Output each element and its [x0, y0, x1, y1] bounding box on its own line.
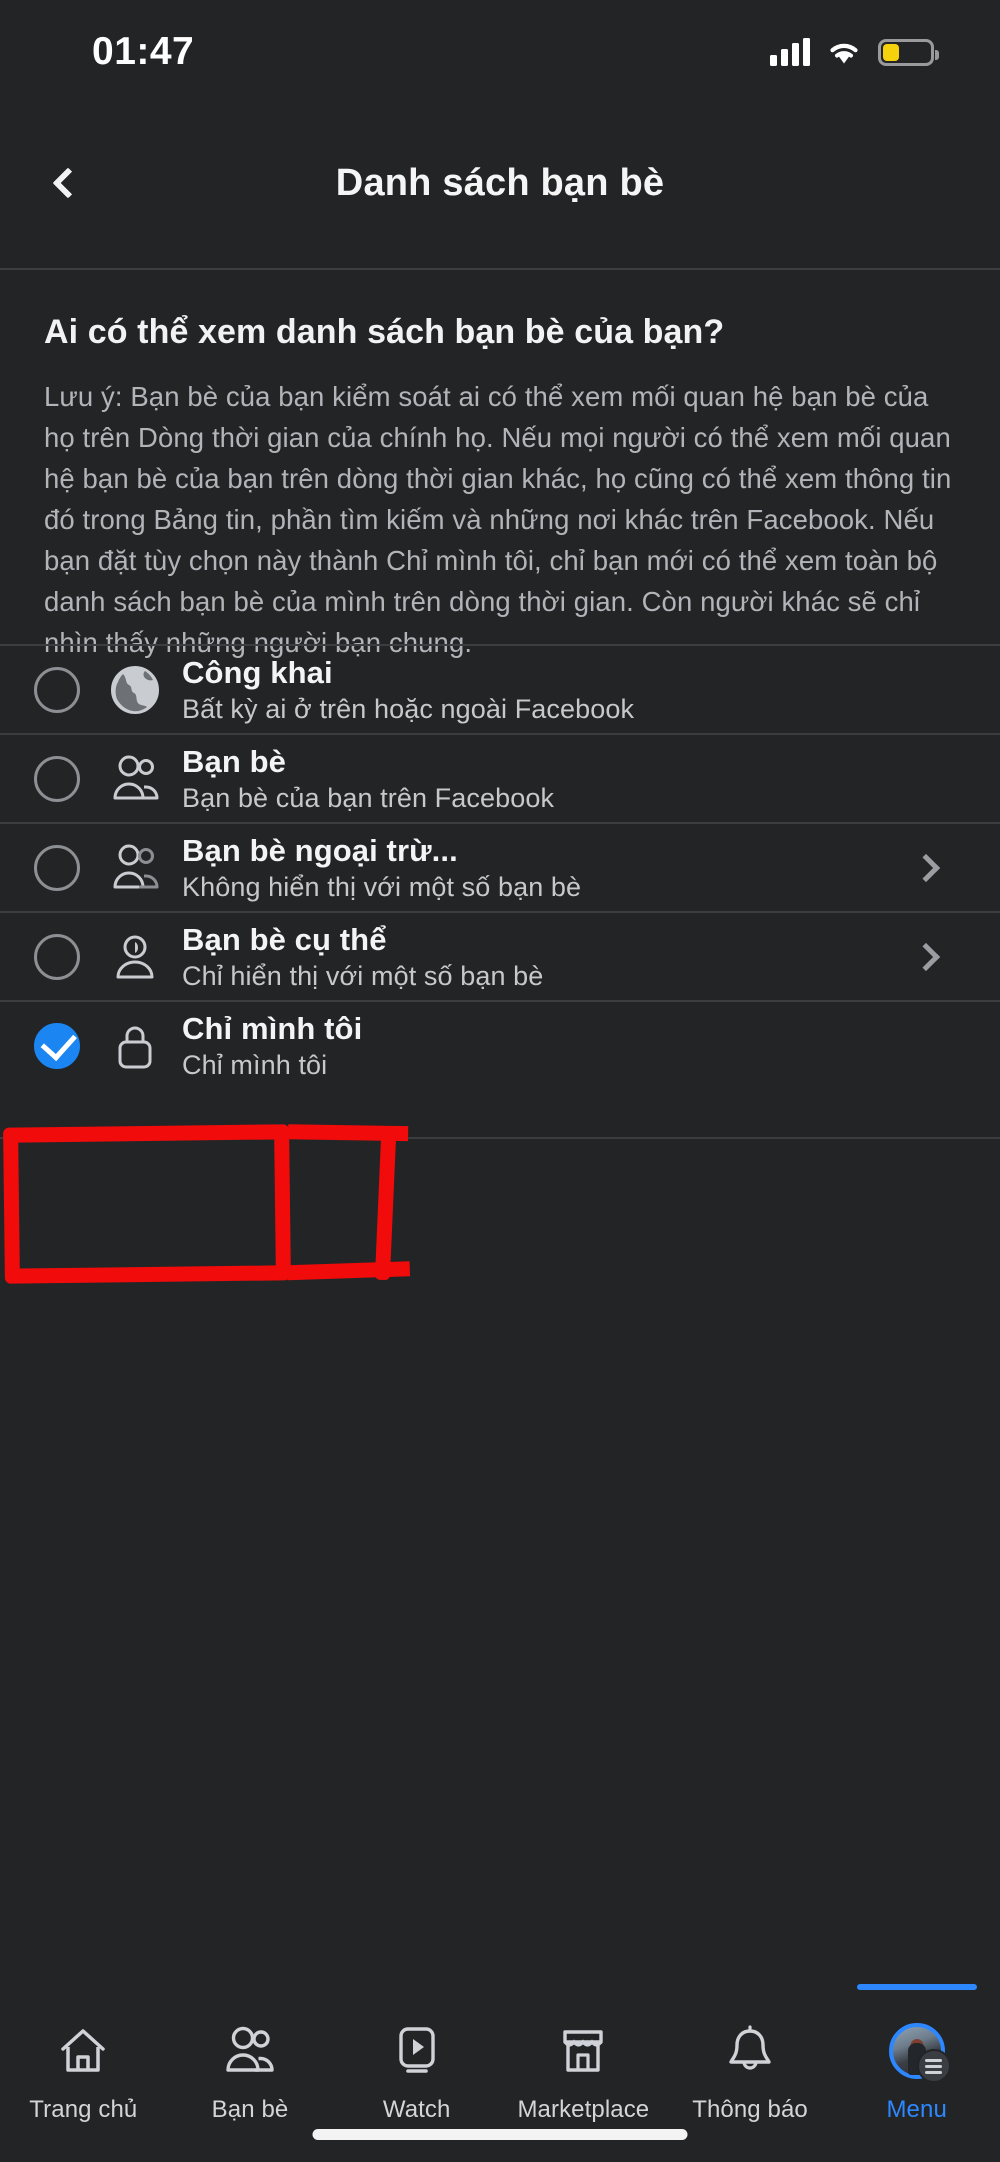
chevron-right-icon[interactable]	[911, 853, 941, 882]
option-subtitle: Không hiển thị với một số bạn bè	[182, 871, 582, 902]
chevron-right-icon[interactable]	[911, 942, 941, 971]
nav-label: Menu	[886, 2096, 947, 2123]
chevron-left-icon	[52, 167, 84, 199]
nav-label: Trang chủ	[29, 2096, 138, 2123]
home-indicator[interactable]	[312, 2129, 688, 2140]
radio-button-unselected[interactable]	[34, 844, 80, 891]
intro-description: Lưu ý: Bạn bè của bạn kiểm soát ai có th…	[44, 381, 952, 658]
intro-heading: Ai có thể xem danh sách bạn bè của bạn?	[44, 313, 725, 351]
nav-label: Bạn bè	[211, 2096, 289, 2123]
avatar	[888, 2023, 951, 2083]
lock-icon	[102, 1016, 168, 1076]
option-title: Bạn bè ngoại trừ...	[182, 832, 458, 868]
facebook-friend-list-privacy-screen: 01:47 Danh sách bạn bè Ai có thể xem dan…	[0, 0, 1000, 2162]
hamburger-badge-icon	[916, 2049, 951, 2083]
intro-section: Ai có thể xem danh sách bạn bè của bạn? …	[0, 270, 1000, 663]
option-title: Công khai	[182, 654, 333, 690]
nav-item-notifications[interactable]: Thông báo	[667, 1990, 834, 2162]
radio-button-unselected[interactable]	[34, 666, 80, 713]
cellular-bars-icon	[770, 38, 810, 66]
option-subtitle: Bạn bè của bạn trên Facebook	[182, 782, 555, 813]
option-subtitle: Chỉ mình tôi	[182, 1049, 328, 1080]
red-rectangle-highlight-right-edge	[374, 1133, 397, 1281]
friends-icon	[102, 749, 168, 809]
option-text: Chỉ mình tôi Chỉ mình tôi	[182, 1010, 960, 1082]
options-bottom-divider	[0, 1137, 1000, 1139]
nav-label: Watch	[382, 2096, 451, 2123]
option-title: Chỉ mình tôi	[182, 1010, 363, 1046]
store-icon	[556, 2020, 610, 2082]
option-row-chi-minh-toi[interactable]: Chỉ mình tôi Chỉ mình tôi	[0, 1000, 1000, 1089]
friends-except-icon	[102, 838, 168, 898]
option-text: Bạn bè ngoại trừ... Không hiển thị với m…	[182, 832, 916, 904]
wifi-icon	[826, 38, 862, 66]
bell-icon	[724, 2020, 776, 2082]
option-title: Bạn bè cụ thể	[182, 921, 387, 957]
nav-item-menu[interactable]: Menu	[833, 1984, 1000, 2162]
specific-friends-icon	[102, 927, 168, 987]
privacy-options-list: Công khai Bất kỳ ai ở trên hoặc ngoài Fa…	[0, 644, 1000, 1089]
option-text: Công khai Bất kỳ ai ở trên hoặc ngoài Fa…	[182, 654, 960, 726]
battery-low-icon	[878, 38, 939, 66]
option-row-ban-be-cu-the[interactable]: Bạn bè cụ thể Chỉ hiển thị với một số bạ…	[0, 911, 1000, 1000]
avatar-menu-icon	[888, 2020, 951, 2083]
home-icon	[56, 2020, 110, 2082]
navigation-header: Danh sách bạn bè	[0, 98, 1000, 268]
status-bar-indicators	[770, 38, 939, 66]
nav-label: Marketplace	[517, 2096, 650, 2123]
nav-label: Thông báo	[692, 2096, 808, 2123]
option-text: Bạn bè cụ thể Chỉ hiển thị với một số bạ…	[182, 921, 916, 993]
option-title: Bạn bè	[182, 743, 286, 779]
globe-icon	[102, 660, 168, 720]
radio-button-unselected[interactable]	[34, 933, 80, 980]
status-bar-clock: 01:47	[92, 30, 195, 73]
option-subtitle: Bất kỳ ai ở trên hoặc ngoài Facebook	[182, 693, 635, 724]
nav-item-home[interactable]: Trang chủ	[0, 1990, 167, 2162]
option-row-ban-be-ngoai-tru[interactable]: Bạn bè ngoại trừ... Không hiển thị với m…	[0, 822, 1000, 911]
status-bar: 01:47	[0, 0, 1000, 98]
page-title: Danh sách bạn bè	[335, 161, 665, 204]
radio-button-selected[interactable]	[34, 1022, 80, 1069]
option-row-cong-khai[interactable]: Công khai Bất kỳ ai ở trên hoặc ngoài Fa…	[0, 644, 1000, 733]
back-button[interactable]	[28, 143, 108, 223]
option-subtitle: Chỉ hiển thị với một số bạn bè	[182, 960, 544, 991]
radio-button-unselected[interactable]	[34, 755, 80, 802]
red-rectangle-highlight-annotation	[3, 1124, 291, 1284]
video-play-icon	[392, 2020, 442, 2082]
active-tab-indicator	[856, 1984, 977, 1990]
option-row-ban-be[interactable]: Bạn bè Bạn bè của bạn trên Facebook	[0, 733, 1000, 822]
option-text: Bạn bè Bạn bè của bạn trên Facebook	[182, 743, 960, 815]
nav-item-friends[interactable]: Bạn bè	[167, 1990, 334, 2162]
friends-icon	[222, 2020, 278, 2082]
